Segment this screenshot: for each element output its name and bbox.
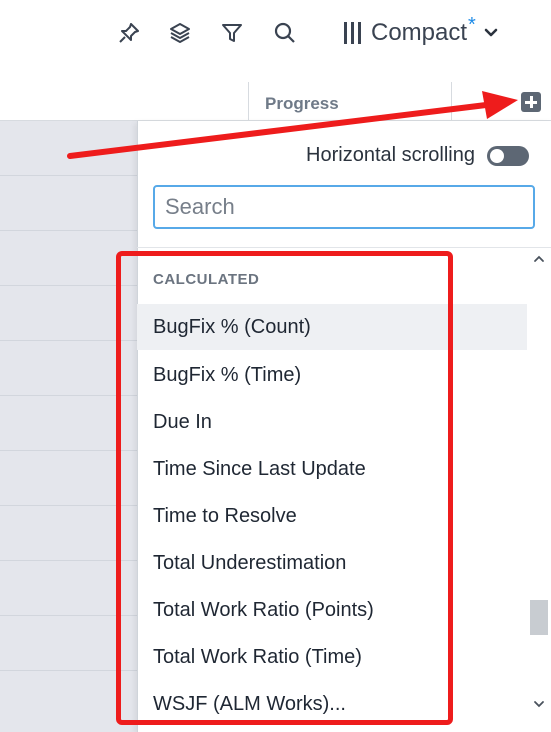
pin-icon[interactable]	[116, 20, 142, 46]
list-item[interactable]: Due In	[137, 399, 527, 445]
row-divider	[0, 670, 137, 671]
horizontal-scrolling-option: Horizontal scrolling	[306, 144, 529, 167]
list-item[interactable]: BugFix % (Time)	[137, 352, 527, 398]
column-divider	[451, 82, 452, 120]
row-divider	[0, 230, 137, 231]
grid-rows	[0, 121, 137, 732]
layers-icon[interactable]	[167, 20, 193, 46]
scrollbar-thumb[interactable]	[530, 600, 548, 635]
row-divider	[0, 395, 137, 396]
list-item[interactable]: WSJF (ALM Works)...	[137, 681, 527, 727]
list-item[interactable]: BugFix % (Count)	[137, 304, 527, 350]
row-divider	[0, 450, 137, 451]
view-name: Compact	[371, 19, 468, 46]
row-divider	[0, 505, 137, 506]
structure-grid-view: Compact* Progress Horizontal scrolling C…	[0, 0, 551, 732]
list-item[interactable]: Total Work Ratio (Points)	[137, 587, 527, 633]
view-modified-marker: *	[468, 13, 476, 36]
columns-icon	[344, 22, 361, 44]
column-search-input[interactable]	[153, 185, 535, 229]
list-item[interactable]: Time to Resolve	[137, 493, 527, 539]
horizontal-scrolling-toggle[interactable]	[487, 145, 529, 166]
list-item[interactable]: Total Work Ratio (Time)	[137, 634, 527, 680]
column-header-progress[interactable]: Progress	[265, 94, 339, 114]
scrollbar[interactable]	[527, 248, 551, 718]
row-divider	[0, 560, 137, 561]
list-item[interactable]: Total Underestimation	[137, 540, 527, 586]
row-divider	[0, 175, 137, 176]
chevron-down-icon	[484, 28, 498, 37]
view-selector[interactable]: Compact *	[344, 14, 498, 48]
column-divider	[248, 82, 249, 120]
add-column-button[interactable]	[521, 92, 541, 112]
horizontal-scrolling-label: Horizontal scrolling	[306, 144, 475, 166]
row-divider	[0, 615, 137, 616]
scroll-down-icon[interactable]	[533, 698, 545, 710]
list-item[interactable]: Time Since Last Update	[137, 446, 527, 492]
row-divider	[0, 340, 137, 341]
filter-icon[interactable]	[219, 20, 245, 46]
row-divider	[0, 285, 137, 286]
section-label-calculated: CALCULATED	[153, 271, 260, 288]
search-icon[interactable]	[272, 20, 298, 46]
scroll-up-icon[interactable]	[533, 253, 545, 265]
list-divider	[137, 247, 551, 248]
